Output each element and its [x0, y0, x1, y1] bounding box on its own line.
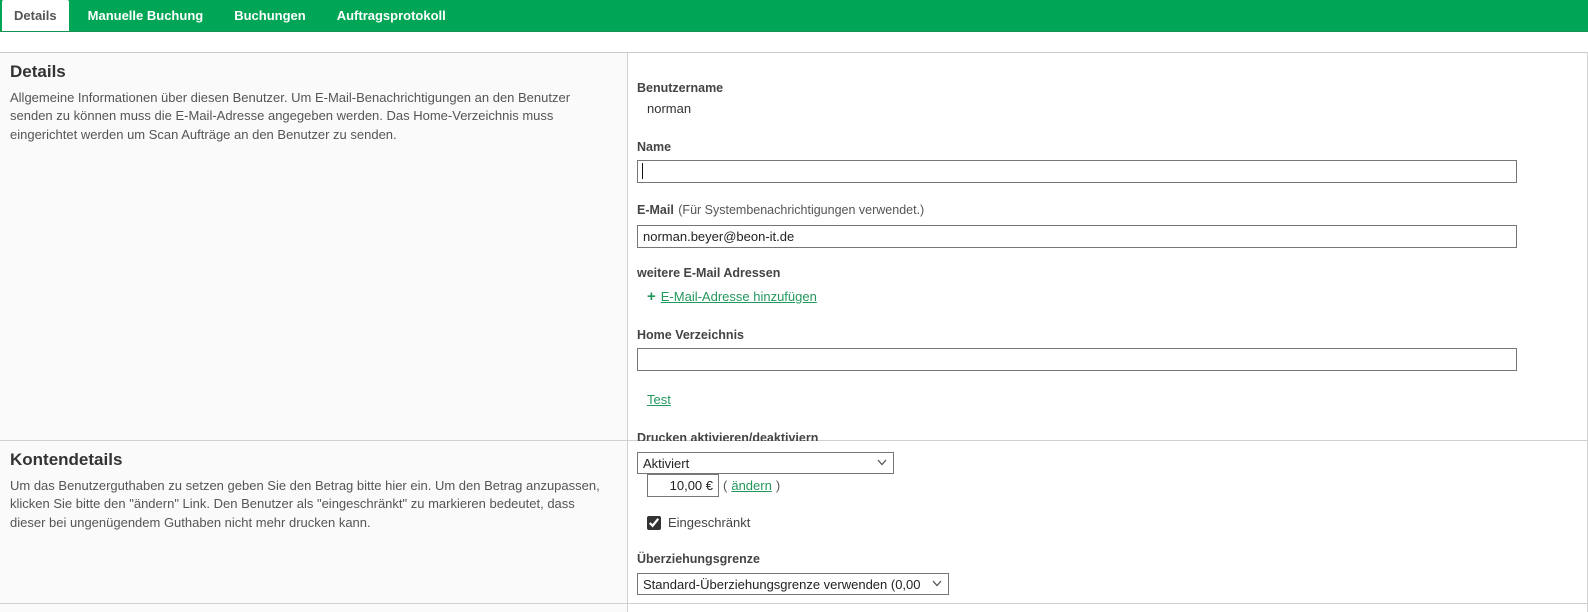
- username-value: norman: [637, 101, 1587, 116]
- email-label: E-Mail: [637, 203, 674, 217]
- balance-input[interactable]: [647, 474, 719, 497]
- account-section-description: Um das Benutzerguthaben zu setzen geben …: [10, 477, 613, 532]
- tab-details[interactable]: Details: [2, 0, 69, 31]
- details-section-description: Allgemeine Informationen über diesen Ben…: [10, 89, 613, 144]
- tab-bar: Details Manuelle Buchung Buchungen Auftr…: [0, 0, 1588, 32]
- paren-open: (: [723, 478, 727, 493]
- restricted-label: Eingeschränkt: [668, 515, 750, 530]
- restricted-checkbox[interactable]: [647, 516, 661, 530]
- tab-buchungen[interactable]: Buchungen: [222, 0, 318, 31]
- tab-manuelle-buchung[interactable]: Manuelle Buchung: [76, 0, 216, 31]
- details-description-pane: Details Allgemeine Informationen über di…: [0, 53, 628, 440]
- name-input[interactable]: [637, 160, 1517, 183]
- more-emails-label: weitere E-Mail Adressen: [637, 266, 1587, 280]
- text-caret: [642, 163, 643, 179]
- details-form-pane: Benutzername norman Name E-Mail (Für Sys…: [628, 53, 1587, 440]
- details-section: Details Allgemeine Informationen über di…: [0, 53, 1587, 441]
- bottom-strip-left: [0, 604, 628, 612]
- name-label: Name: [637, 140, 1587, 154]
- content-panel: Details Allgemeine Informationen über di…: [0, 52, 1588, 612]
- change-balance-link[interactable]: ändern: [731, 478, 771, 493]
- add-email-link[interactable]: E-Mail-Adresse hinzufügen: [661, 289, 817, 304]
- plus-icon: +: [647, 288, 656, 305]
- print-toggle-select[interactable]: Aktiviert: [637, 452, 894, 474]
- bottom-strip-right: [628, 604, 1587, 612]
- overdraft-label: Überziehungsgrenze: [637, 552, 1587, 566]
- account-description-pane: Kontendetails Um das Benutzerguthaben zu…: [0, 441, 628, 603]
- overdraft-select[interactable]: Standard-Überziehungsgrenze verwenden (0…: [637, 573, 949, 595]
- username-label: Benutzername: [637, 81, 1587, 95]
- account-section-title: Kontendetails: [10, 450, 613, 470]
- tab-content-gap: [0, 32, 1588, 52]
- paren-close: ): [776, 478, 780, 493]
- bottom-strip: [0, 604, 1587, 612]
- home-directory-input[interactable]: [637, 348, 1517, 371]
- tab-auftragsprotokoll[interactable]: Auftragsprotokoll: [325, 0, 458, 31]
- email-input[interactable]: [637, 225, 1517, 248]
- email-hint: (Für Systembenachrichtigungen verwendet.…: [678, 203, 924, 217]
- home-directory-label: Home Verzeichnis: [637, 328, 1587, 342]
- details-section-title: Details: [10, 62, 613, 82]
- test-link[interactable]: Test: [647, 392, 671, 407]
